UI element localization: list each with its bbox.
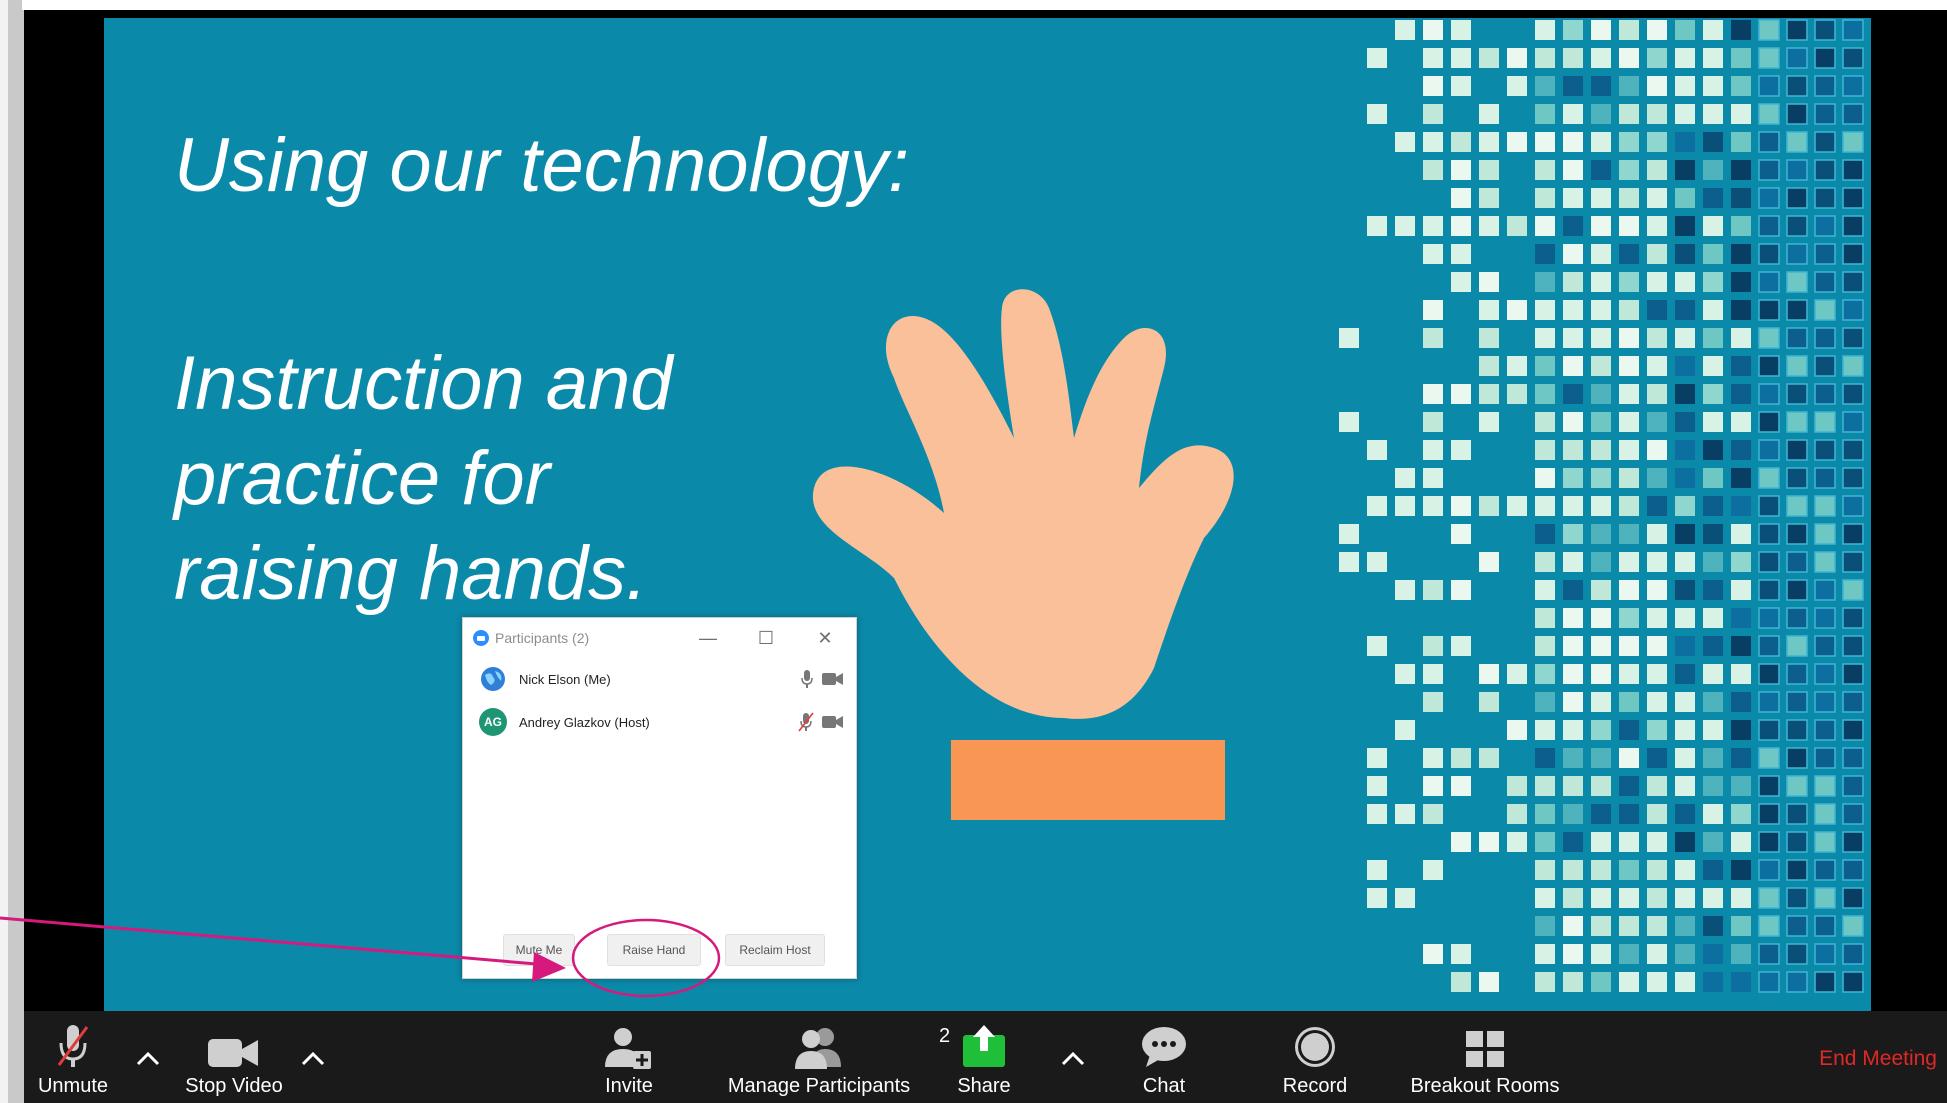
annotation-arrow <box>0 916 549 967</box>
audio-options-chevron-up-icon[interactable] <box>135 1049 161 1067</box>
video-camera-icon <box>208 1039 258 1067</box>
breakout-rooms-button[interactable]: Breakout Rooms <box>1390 1011 1580 1103</box>
end-meeting-button[interactable]: End Meeting <box>1819 1047 1937 1071</box>
video-options-chevron-up-icon[interactable] <box>300 1049 326 1067</box>
arrowhead-icon <box>532 952 566 982</box>
add-person-icon <box>605 1028 651 1069</box>
invite-button[interactable]: Invite <box>594 1011 664 1103</box>
manage-participants-label: Manage Participants <box>727 1075 911 1097</box>
chat-bubble-icon <box>1142 1027 1186 1067</box>
share-label: Share <box>957 1075 1011 1097</box>
annotation-highlight-ellipse <box>571 918 721 998</box>
breakout-rooms-icon <box>1466 1031 1504 1067</box>
share-screen-icon <box>963 1025 1005 1067</box>
meeting-toolbar: Unmute Stop Video Invite 2 Manage Partic… <box>24 1011 1947 1103</box>
record-icon <box>1295 1027 1335 1067</box>
chat-button[interactable]: Chat <box>1129 1011 1199 1103</box>
record-label: Record <box>1282 1075 1348 1097</box>
participants-icon <box>795 1028 841 1069</box>
invite-label: Invite <box>605 1075 653 1097</box>
muted-microphone-icon <box>57 1025 89 1067</box>
breakout-rooms-label: Breakout Rooms <box>1410 1075 1560 1097</box>
record-button[interactable]: Record <box>1270 1011 1360 1103</box>
annotation-overlay <box>0 916 721 998</box>
share-options-chevron-up-icon[interactable] <box>1060 1049 1086 1067</box>
manage-participants-button[interactable]: 2 Manage Participants <box>699 1011 950 1103</box>
stop-video-button[interactable]: Stop Video <box>179 1011 289 1103</box>
unmute-button[interactable]: Unmute <box>38 1011 108 1103</box>
app-frame: Using our technology: Instruction and pr… <box>0 0 1947 1103</box>
stop-video-label: Stop Video <box>185 1075 283 1097</box>
unmute-label: Unmute <box>37 1075 109 1097</box>
chat-label: Chat <box>1142 1075 1186 1097</box>
share-screen-button[interactable]: Share <box>949 1011 1019 1103</box>
